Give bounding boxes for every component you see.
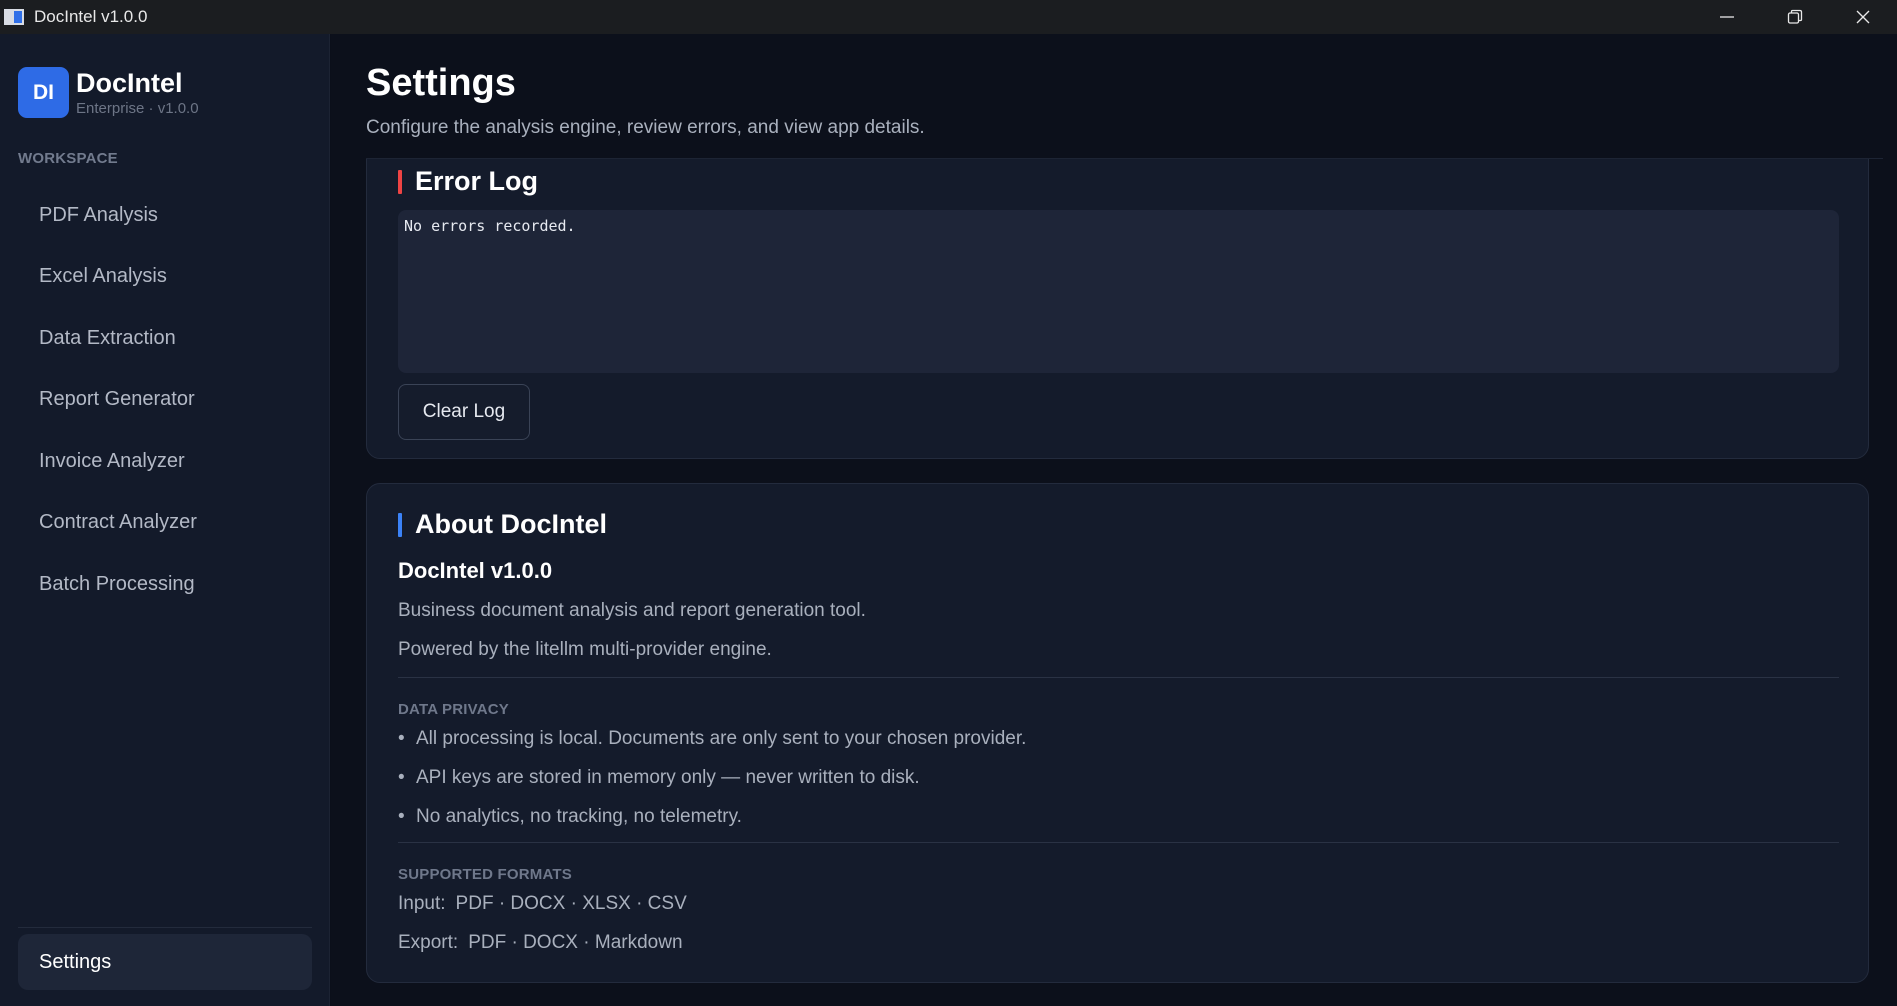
input-formats: Input: PDF · DOCX · XLSX · CSV: [398, 893, 687, 915]
privacy-item-text: All processing is local. Documents are o…: [416, 728, 1027, 749]
brand-text: DocIntel Enterprise · v1.0.0: [76, 68, 199, 117]
sidebar-item-batch-processing[interactable]: Batch Processing: [18, 555, 312, 613]
restore-icon: [1787, 9, 1803, 24]
privacy-item: • API keys are stored in memory only — n…: [398, 767, 920, 789]
privacy-item: • No analytics, no tracking, no telemetr…: [398, 806, 742, 828]
export-formats: Export: PDF · DOCX · Markdown: [398, 932, 683, 954]
heading-accent-bar: [398, 512, 402, 537]
minimize-icon: [1720, 16, 1734, 18]
sidebar-item-settings[interactable]: Settings: [18, 934, 312, 990]
error-log-heading: Error Log: [398, 166, 538, 197]
privacy-item: • All processing is local. Documents are…: [398, 728, 1026, 750]
export-formats-label: Export:: [398, 932, 459, 953]
close-icon: [1856, 10, 1870, 24]
brand-logo: DI: [18, 67, 69, 118]
brand-subtitle: Enterprise · v1.0.0: [76, 100, 199, 117]
input-formats-value: PDF · DOCX · XLSX · CSV: [455, 893, 687, 914]
sidebar-item-pdf-analysis[interactable]: PDF Analysis: [18, 186, 312, 244]
supported-formats-label: SUPPORTED FORMATS: [398, 866, 572, 883]
sidebar: DI DocIntel Enterprise · v1.0.0 WORKSPAC…: [0, 34, 330, 1006]
workspace-section-label: WORKSPACE: [18, 150, 118, 167]
sidebar-item-excel-analysis[interactable]: Excel Analysis: [18, 248, 312, 306]
privacy-item-text: No analytics, no tracking, no telemetry.: [416, 806, 742, 827]
input-formats-label: Input:: [398, 893, 446, 914]
privacy-item-text: API keys are stored in memory only — nev…: [416, 767, 920, 788]
export-formats-value: PDF · DOCX · Markdown: [468, 932, 683, 953]
clear-log-button[interactable]: Clear Log: [398, 384, 530, 440]
window-controls: [1693, 0, 1897, 34]
title-bar: DocIntel v1.0.0: [0, 0, 1897, 34]
settings-scroll-area[interactable]: Error Log No errors recorded. Clear Log …: [366, 159, 1886, 1006]
close-button[interactable]: [1829, 0, 1897, 34]
about-divider: [398, 842, 1839, 843]
error-log-card: Error Log No errors recorded. Clear Log: [366, 159, 1869, 459]
restore-button[interactable]: [1761, 0, 1829, 34]
sidebar-item-invoice-analyzer[interactable]: Invoice Analyzer: [18, 432, 312, 490]
brand: DI DocIntel Enterprise · v1.0.0: [18, 67, 199, 118]
about-card: About DocIntel DocIntel v1.0.0 Business …: [366, 483, 1869, 983]
sidebar-item-data-extraction[interactable]: Data Extraction: [18, 309, 312, 367]
heading-accent-bar: [398, 169, 402, 194]
window-title: DocIntel v1.0.0: [34, 7, 148, 26]
page-subtitle: Configure the analysis engine, review er…: [366, 117, 925, 138]
sidebar-item-report-generator[interactable]: Report Generator: [18, 371, 312, 429]
minimize-button[interactable]: [1693, 0, 1761, 34]
about-title: About DocIntel: [415, 509, 607, 539]
about-description: Business document analysis and report ge…: [398, 600, 866, 621]
about-heading: About DocIntel: [398, 509, 607, 540]
app-icon: [4, 9, 24, 25]
sidebar-divider: [18, 927, 312, 928]
bullet-icon: •: [398, 806, 405, 827]
page-title: Settings: [366, 62, 516, 104]
about-powered-by: Powered by the litellm multi-provider en…: [398, 639, 772, 660]
workspace-nav: PDF Analysis Excel Analysis Data Extract…: [18, 186, 312, 617]
sidebar-item-contract-analyzer[interactable]: Contract Analyzer: [18, 494, 312, 552]
data-privacy-label: DATA PRIVACY: [398, 701, 510, 718]
bullet-icon: •: [398, 767, 405, 788]
main-content: Settings Configure the analysis engine, …: [331, 34, 1897, 1006]
about-version: DocIntel v1.0.0: [398, 558, 553, 583]
error-log-title: Error Log: [415, 166, 539, 196]
bullet-icon: •: [398, 728, 405, 749]
about-divider: [398, 677, 1839, 678]
brand-name: DocIntel: [76, 68, 183, 98]
error-log-output[interactable]: No errors recorded.: [398, 210, 1839, 373]
